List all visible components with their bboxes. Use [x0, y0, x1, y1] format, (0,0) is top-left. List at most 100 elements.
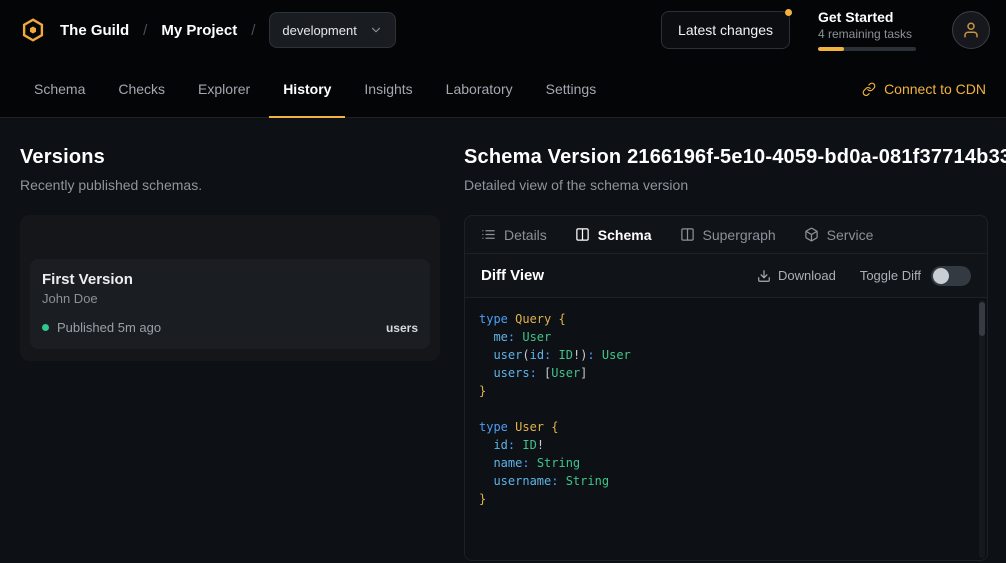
link-icon [862, 82, 876, 96]
main-content: Versions Recently published schemas. Fir… [0, 118, 1006, 561]
nav-tab-schema[interactable]: Schema [20, 60, 99, 117]
code-token: } [479, 384, 486, 398]
code-token: } [479, 492, 486, 506]
code-token: id [530, 348, 544, 362]
list-icon [481, 227, 496, 242]
code-token: User [602, 348, 631, 362]
get-started-tasks: 4 remaining tasks [818, 27, 916, 41]
version-list-item[interactable]: First Version John Doe Published 5m ago … [30, 259, 430, 349]
breadcrumb: The Guild / My Project / development [20, 12, 396, 48]
tab-supergraph[interactable]: Supergraph [680, 227, 776, 243]
versions-title: Versions [20, 146, 440, 169]
code-token: { [551, 420, 558, 434]
code-token: : [522, 456, 536, 470]
nav-tab-history[interactable]: History [269, 60, 345, 117]
diff-view-header: Diff View Download Toggle Diff [465, 254, 987, 298]
environment-select[interactable]: development [269, 12, 395, 48]
notification-dot [785, 9, 792, 16]
tab-supergraph-label: Supergraph [703, 227, 776, 243]
version-name: First Version [42, 271, 418, 288]
code-line: username: String [479, 472, 973, 490]
service-badge: users [386, 321, 418, 335]
code-token: : [551, 474, 565, 488]
nav-tab-laboratory[interactable]: Laboratory [432, 60, 527, 117]
code-line: name: String [479, 454, 973, 472]
main-nav: Schema Checks Explorer History Insights … [0, 60, 1006, 118]
code-token: type [479, 420, 515, 434]
nav-tab-checks[interactable]: Checks [104, 60, 179, 117]
code-token: ! [537, 438, 544, 452]
environment-select-value: development [282, 23, 356, 38]
latest-changes-button[interactable]: Latest changes [661, 11, 790, 49]
code-token: String [566, 474, 609, 488]
tab-schema[interactable]: Schema [575, 227, 652, 243]
code-line: } [479, 382, 973, 400]
version-detail-subtitle: Detailed view of the schema version [464, 177, 988, 193]
chevron-down-icon [369, 23, 383, 37]
version-meta: Published 5m ago users [42, 320, 418, 335]
project-link[interactable]: My Project [161, 22, 237, 39]
toggle-diff-label: Toggle Diff [860, 268, 921, 283]
latest-changes-label: Latest changes [678, 22, 773, 38]
code-token: String [537, 456, 580, 470]
code-token: : [544, 348, 558, 362]
code-scrollbar[interactable] [979, 300, 985, 558]
nav-tab-explorer[interactable]: Explorer [184, 60, 264, 117]
tab-schema-label: Schema [598, 227, 652, 243]
code-line: type User { [479, 418, 973, 436]
download-label: Download [778, 268, 836, 283]
version-detail-panel: Details Schema Sup [464, 215, 988, 561]
code-token: ID [559, 348, 573, 362]
code-line: users: [User] [479, 364, 973, 382]
code-line: me: User [479, 328, 973, 346]
code-token: { [558, 312, 565, 326]
get-started-progress [818, 47, 916, 51]
code-line: type Query { [479, 310, 973, 328]
toggle-diff-switch[interactable] [931, 266, 971, 286]
columns-icon [575, 227, 590, 242]
download-icon [757, 269, 771, 283]
version-status: Published 5m ago [57, 320, 161, 335]
code-token: username [479, 474, 551, 488]
code-scrollbar-thumb[interactable] [979, 302, 985, 336]
published-status-dot [42, 324, 49, 331]
code-token: User [551, 366, 580, 380]
code-token: ] [580, 366, 587, 380]
tab-details-label: Details [504, 227, 547, 243]
tab-service[interactable]: Service [804, 227, 874, 243]
code-token: id [479, 438, 508, 452]
versions-list: First Version John Doe Published 5m ago … [20, 215, 440, 361]
diff-view-title: Diff View [481, 267, 544, 284]
connect-to-cdn-link[interactable]: Connect to CDN [862, 60, 986, 117]
version-detail-column: Schema Version 2166196f-5e10-4059-bd0a-0… [464, 146, 988, 561]
versions-subtitle: Recently published schemas. [20, 177, 440, 193]
tab-details[interactable]: Details [481, 227, 547, 243]
code-token: : [587, 348, 601, 362]
top-bar-actions: Latest changes Get Started 4 remaining t… [661, 9, 990, 51]
get-started-title: Get Started [818, 9, 916, 25]
hive-logo-icon[interactable] [20, 17, 46, 43]
user-icon [962, 21, 980, 39]
code-line: user(id: ID!): User [479, 346, 973, 364]
get-started-widget[interactable]: Get Started 4 remaining tasks [818, 9, 916, 51]
detail-tabs: Details Schema Sup [465, 216, 987, 254]
code-token: me [479, 330, 508, 344]
toggle-diff-control: Toggle Diff [860, 266, 971, 286]
diff-view-actions: Download Toggle Diff [757, 266, 971, 286]
breadcrumb-separator: / [143, 22, 147, 39]
code-block: type Query { me: User user(id: ID!): Use… [479, 310, 973, 508]
versions-column: Versions Recently published schemas. Fir… [20, 146, 440, 561]
code-token: User [515, 420, 551, 434]
org-link[interactable]: The Guild [60, 22, 129, 39]
code-line: } [479, 490, 973, 508]
code-line [479, 400, 973, 418]
nav-tab-settings[interactable]: Settings [532, 60, 611, 117]
user-avatar[interactable] [952, 11, 990, 49]
code-line: id: ID! [479, 436, 973, 454]
code-token: ID [522, 438, 536, 452]
download-button[interactable]: Download [757, 268, 836, 283]
code-token: : [508, 330, 522, 344]
code-token: Query [515, 312, 558, 326]
nav-tab-insights[interactable]: Insights [350, 60, 426, 117]
code-token: type [479, 312, 515, 326]
